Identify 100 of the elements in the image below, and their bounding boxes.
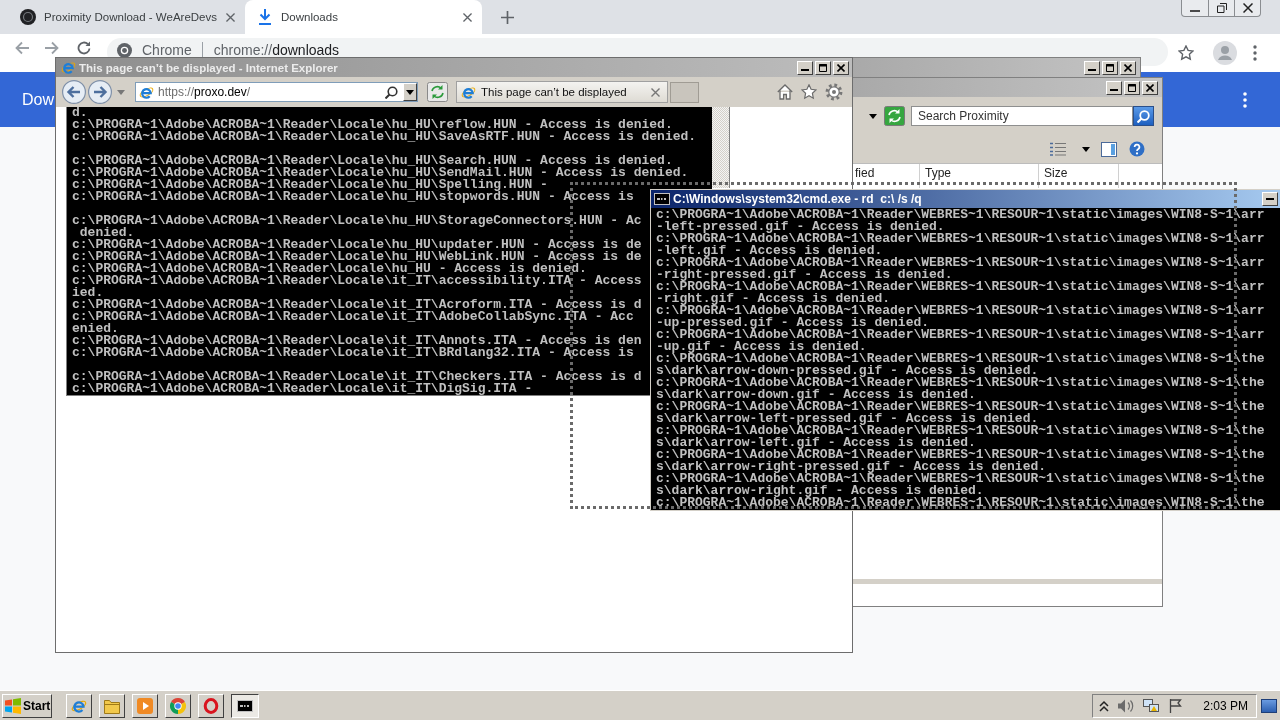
close-icon [1124, 63, 1132, 72]
console-line: c:\PROGRA~1\Adobe\ACROBA~1\Reader\Locale\it_IT\accessibility.ITA - Access [72, 275, 642, 287]
plus-icon[interactable] [501, 10, 514, 24]
taskbar-clock[interactable]: 2:03 PM [1203, 698, 1248, 713]
scrollbar[interactable] [712, 107, 730, 188]
e-logo-icon [61, 60, 76, 75]
console-line: c:\PROGRA~1\Adobe\ACROBA~1\Reader\WEBRES~1\RESOUR~1\static\images\WIN8-S~1\the [656, 377, 1265, 389]
console-line: c:\PROGRA~1\Adobe\ACROBA~1\Reader\WEBRES~1\RESOUR~1\static\images\WIN8-S~1\arr [656, 233, 1265, 245]
search-field[interactable]: Search Proximity [911, 106, 1133, 126]
preview-pane-icon[interactable] [1101, 141, 1117, 157]
menu-icon[interactable] [1253, 45, 1257, 61]
help-icon[interactable] [1129, 141, 1145, 157]
close-icon[interactable] [226, 12, 235, 22]
minimize-icon [1088, 69, 1096, 71]
console-line: c:\PROGRA~1\Adobe\ACROBA~1\Reader\WEBRES~1\RESOUR~1\static\images\WIN8-S~1\the [656, 473, 1265, 485]
maximize-button[interactable] [815, 60, 831, 75]
console-line: -left.gif - Access is denied. [656, 245, 883, 257]
close-icon[interactable] [651, 87, 660, 97]
caret-icon[interactable] [1082, 146, 1090, 152]
star-icon[interactable] [801, 84, 817, 100]
console-line: c:\PROGRA~1\Adobe\ACROBA~1\Reader\Locale\it_IT\Annots.ITA - Access is den [72, 335, 642, 347]
maximize-icon [1128, 83, 1136, 92]
menu-icon[interactable] [1243, 91, 1247, 108]
console-icon [654, 193, 670, 205]
console-line: c:\PROGRA~1\Adobe\ACROBA~1\Reader\Locale\hu_HU\StorageConnectors.HUN - Ac [72, 215, 642, 227]
play-icon [137, 697, 153, 714]
console-line: enied. [72, 323, 119, 335]
maximize-button[interactable] [1102, 60, 1118, 75]
minimize-button[interactable] [1084, 60, 1100, 75]
console-line: -right-pressed.gif - Access is denied. [656, 269, 953, 281]
home-icon[interactable] [777, 84, 793, 100]
console-line: -right.gif - Access is denied. [656, 293, 891, 305]
browser-tab[interactable]: Downloads [245, 0, 482, 34]
browser-tab[interactable]: Proximity Download - WeAreDevs [8, 0, 245, 34]
console-line: c:\PROGRA~1\Adobe\ACROBA~1\Reader\Locale\hu_HU\Search.HUN - Access is denied. [72, 155, 673, 167]
minimize-icon [801, 69, 809, 71]
refresh-icon[interactable] [427, 82, 448, 102]
avatar-icon[interactable] [1213, 41, 1237, 65]
network-icon[interactable] [1143, 698, 1160, 713]
console-line: c:\PROGRA~1\Adobe\ACROBA~1\Reader\Locale\hu_HU\SaveAsRTF.HUN - Access is denied. [72, 131, 697, 143]
e-logo-icon [139, 84, 154, 100]
reload-icon[interactable] [77, 41, 91, 55]
console-line: s\dark\arrow-right.gif - Access is denied. [656, 485, 984, 497]
gear-icon[interactable] [825, 83, 843, 101]
chevron-up-icon[interactable] [1099, 699, 1110, 712]
console-line: c:\PROGRA~1\Adobe\ACROBA~1\Reader\Locale\it_IT\DigSig.ITA - [72, 383, 533, 395]
caret-icon[interactable] [869, 113, 877, 119]
minimize-button[interactable] [797, 60, 813, 75]
console-line: -up-pressed.gif - Access is denied. [656, 317, 930, 329]
console-line: c:\PROGRA~1\Adobe\ACROBA~1\Reader\WEBRES~1\RESOUR~1\static\images\WIN8-S~1\the [656, 497, 1265, 509]
close-icon[interactable] [463, 12, 472, 22]
console-line: s\dark\arrow-right-pressed.gif - Access is denied. [656, 461, 1047, 473]
console-line: c:\PROGRA~1\Adobe\ACROBA~1\Reader\WEBRES~1\RESOUR~1\static\images\WIN8-S~1\arr [656, 257, 1265, 269]
console-line: c:\PROGRA~1\Adobe\ACROBA~1\Reader\WEBRES~1\RESOUR~1\static\images\WIN8-S~1\the [656, 449, 1265, 461]
close-icon [1242, 3, 1253, 13]
show-desktop-button[interactable] [1261, 698, 1277, 713]
console-line: c:\PROGRA~1\Adobe\ACROBA~1\Reader\Locale\it_IT\BRdlang32.ITA - Access is [72, 347, 634, 359]
console-line: c:\PROGRA~1\Adobe\ACROBA~1\Reader\Locale\hu_HU\WebLink.HUN - Access is de [72, 251, 642, 263]
console-line: c:\PROGRA~1\Adobe\ACROBA~1\Reader\WEBRES~1\RESOUR~1\static\images\WIN8-S~1\the [656, 425, 1265, 437]
minimize-icon [1266, 195, 1274, 203]
star-icon[interactable] [1178, 45, 1194, 61]
minimize-button[interactable] [1106, 80, 1122, 95]
console-line: c:\PROGRA~1\Adobe\ACROBA~1\Reader\Locale\hu_HU\SendMail.HUN - Access is denied. [72, 167, 689, 179]
console-line: c:\PROGRA~1\Adobe\ACROBA~1\Reader\Locale\hu_HU - Access is denied. [72, 263, 587, 275]
maximize-icon [1106, 63, 1114, 72]
column-header[interactable]: fied [855, 167, 875, 180]
e-logo-icon [461, 84, 476, 100]
console-line: c:\PROGRA~1\Adobe\ACROBA~1\Reader\Locale\hu_HU\Spelling.HUN - [72, 179, 548, 191]
windows-flag-icon [5, 697, 21, 714]
column-header[interactable]: Size [1044, 167, 1068, 180]
taskbar-button[interactable] [231, 693, 259, 718]
browser-tab[interactable]: This page can’t be displayed [456, 81, 668, 103]
console-line: c:\PROGRA~1\Adobe\ACROBA~1\Reader\WEBRES~1\RESOUR~1\static\images\WIN8-S~1\arr [656, 329, 1265, 341]
maximize-button[interactable] [1124, 80, 1140, 95]
ring-logo-icon [203, 697, 219, 714]
speaker-icon[interactable] [1118, 698, 1135, 713]
refresh-icon[interactable] [884, 106, 905, 126]
address-field[interactable]: https://proxo.dev/ [135, 82, 418, 102]
browser-logo-icon [170, 697, 186, 714]
dropdown-button[interactable] [403, 83, 417, 101]
console-line: s\dark\arrow-down.gif - Access is denied. [656, 389, 976, 401]
console-line: c:\PROGRA~1\Adobe\ACROBA~1\Reader\Locale\hu_HU\stopwords.HUN - Access is [72, 191, 634, 203]
forward-arrow-icon[interactable] [45, 41, 59, 55]
search-icon[interactable] [385, 85, 398, 99]
page-title: Dow [22, 90, 54, 109]
folder-icon [104, 697, 120, 714]
start-button[interactable]: Start [2, 693, 52, 718]
back-arrow-icon[interactable] [15, 41, 29, 55]
view-list-icon[interactable] [1050, 142, 1066, 156]
circle-logo-icon [20, 9, 36, 25]
console-line: c:\PROGRA~1\Adobe\ACROBA~1\Reader\Locale\hu_HU\reflow.HUN - Access is denied. [72, 119, 673, 131]
console-icon [237, 699, 253, 712]
flag-icon[interactable] [1168, 698, 1185, 713]
minimize-button[interactable] [1262, 192, 1278, 206]
column-header[interactable]: Type [925, 167, 951, 180]
search-button[interactable] [1133, 106, 1154, 126]
console-line: -up.gif - Access is denied. [656, 341, 867, 353]
console-line: ied. [72, 287, 104, 299]
caret-icon [406, 89, 414, 95]
console-line: c:\PROGRA~1\Adobe\ACROBA~1\Reader\Locale\it_IT\AdobeCollabSync.ITA - Acc [72, 311, 634, 323]
